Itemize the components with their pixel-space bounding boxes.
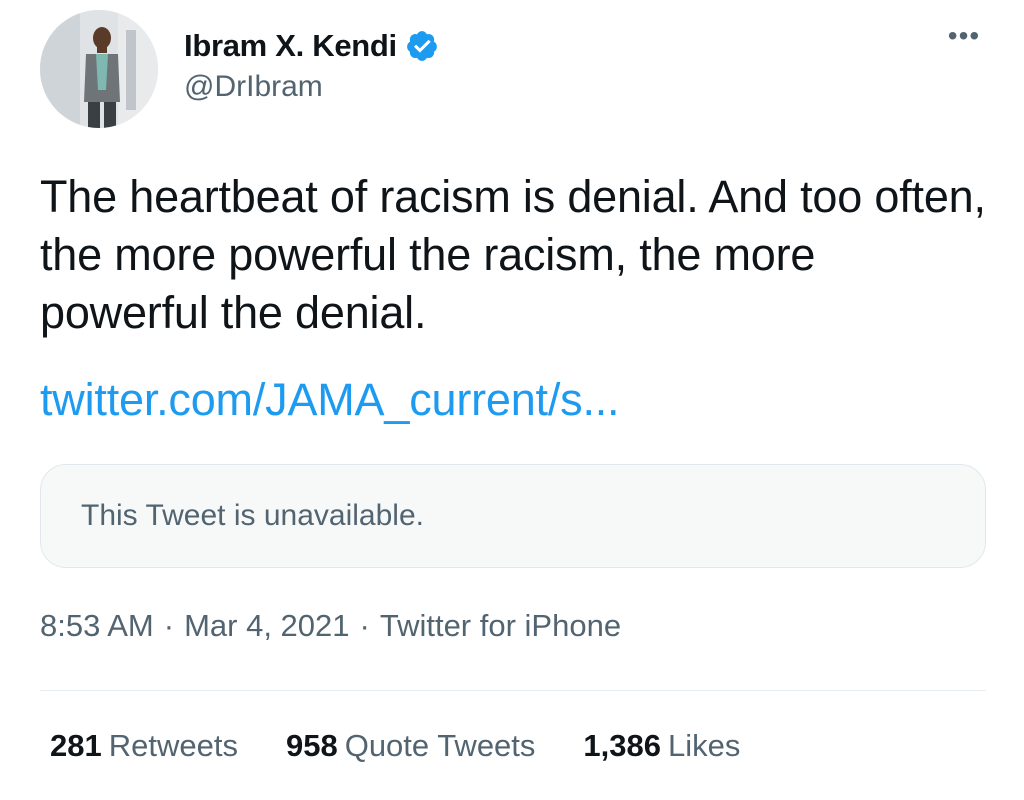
likes-label: Likes: [668, 728, 741, 763]
tweet-link[interactable]: twitter.com/JAMA_current/s...: [40, 371, 620, 429]
retweets-label: Retweets: [108, 728, 238, 763]
more-options-button[interactable]: •••: [944, 22, 984, 56]
tweet-source[interactable]: Twitter for iPhone: [380, 608, 621, 644]
retweets-stat[interactable]: 281 Retweets: [50, 728, 238, 764]
author-avatar[interactable]: [40, 10, 158, 128]
meta-separator: ·: [359, 608, 370, 643]
tweet-card: Ibram X. Kendi @DrIbram ••• The heartbea…: [0, 0, 1024, 800]
author-handle[interactable]: @DrIbram: [184, 70, 323, 104]
meta-separator: ·: [163, 608, 175, 643]
retweets-count: 281: [50, 728, 102, 763]
author-display-name[interactable]: Ibram X. Kendi: [184, 28, 397, 64]
stats-divider: [40, 690, 986, 691]
quoted-tweet-box: This Tweet is unavailable.: [40, 464, 986, 568]
tweet-stats: 281 Retweets 958 Quote Tweets 1,386 Likes: [50, 728, 788, 764]
quote-tweets-stat[interactable]: 958 Quote Tweets: [286, 728, 535, 764]
likes-stat[interactable]: 1,386 Likes: [583, 728, 740, 764]
quote-tweets-label: Quote Tweets: [344, 728, 536, 763]
verified-badge-icon: [406, 31, 437, 61]
quoted-tweet-unavailable-text: This Tweet is unavailable.: [81, 499, 424, 532]
tweet-date[interactable]: Mar 4, 2021: [184, 608, 349, 644]
tweet-time[interactable]: 8:53 AM: [40, 608, 154, 644]
tweet-meta: 8:53 AM · Mar 4, 2021 · Twitter for iPho…: [40, 608, 621, 644]
quote-tweets-count: 958: [285, 728, 338, 763]
author-name-row: Ibram X. Kendi: [184, 26, 439, 66]
avatar-photo-image: [40, 10, 158, 128]
likes-count: 1,386: [583, 728, 661, 763]
tweet-text: The heartbeat of racism is denial. And t…: [40, 171, 986, 338]
